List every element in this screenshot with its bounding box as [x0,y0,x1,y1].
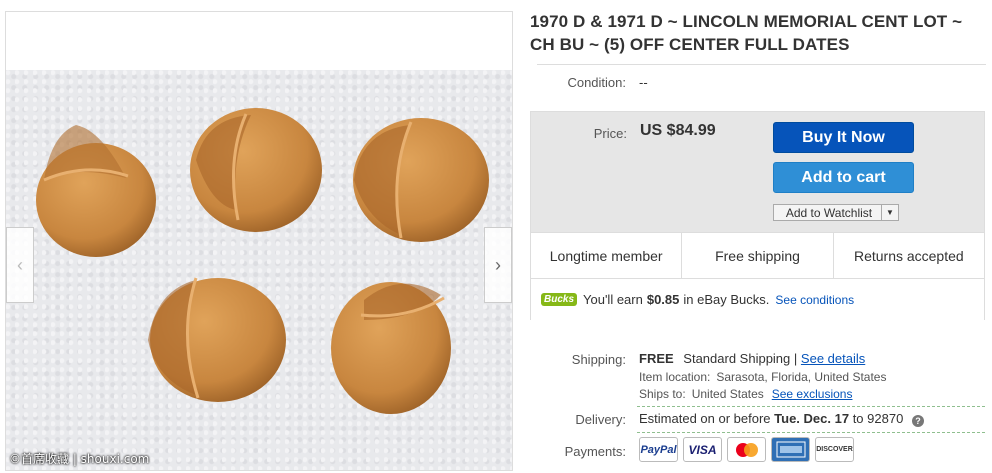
item-location: Item location: Sarasota, Florida, United … [639,370,886,384]
coin [353,118,489,242]
prev-image-button[interactable]: ‹ [6,227,34,303]
chevron-left-icon: ‹ [17,254,23,275]
help-icon[interactable]: ? [911,415,924,427]
badge-longtime-member: Longtime member [531,233,683,278]
payment-methods: PayPal VISA DISCOVER [639,437,854,462]
shipping-label: Shipping: [571,352,626,367]
mastercard-icon [727,437,766,462]
delivery-zip[interactable]: 92870 [867,411,903,426]
payments-label: Payments: [564,444,626,459]
watermark: ©首席收藏 | shouxi.com [9,452,150,466]
title-divider [537,64,986,65]
see-details-link[interactable]: See details [801,351,865,366]
price-value: US $84.99 [640,122,716,139]
shipping-summary: FREE Standard Shipping | See details [639,351,865,366]
divider [637,432,985,433]
coin [36,125,156,257]
coin [148,277,286,402]
ships-to: Ships to: United States See exclusions [639,387,852,401]
bucks-text-after: in eBay Bucks. [683,292,770,307]
amex-icon [771,437,810,462]
ebay-bucks-row: Bucks You'll earn $0.85 in eBay Bucks. S… [531,279,984,320]
delivery-text-mid: to [852,411,864,426]
add-to-cart-button[interactable]: Add to cart [773,162,914,193]
seller-badges: Longtime member Free shipping Returns ac… [531,232,984,279]
condition-label: Condition: [567,75,626,90]
coin [331,282,451,414]
chevron-down-icon: ▼ [886,208,894,217]
next-image-button[interactable]: › [484,227,512,303]
shipping-method: Standard Shipping [683,351,791,366]
paypal-icon: PayPal [639,437,678,462]
divider [637,406,985,407]
delivery-estimate: Estimated on or before Tue. Dec. 17 to 9… [639,411,924,427]
delivery-text-before: Estimated on or before [639,411,771,426]
coins-illustration [36,108,489,414]
price-label: Price: [593,126,627,141]
item-location-value: Sarasota, Florida, United States [716,370,887,384]
discover-icon: DISCOVER [815,437,854,462]
image-gallery: ‹ › ©首席收藏 | shouxi.com [5,11,513,471]
see-exclusions-link[interactable]: See exclusions [772,387,853,401]
bucks-amount: $0.85 [646,292,680,307]
add-to-watchlist-label: Add to Watchlist [785,205,873,220]
chevron-right-icon: › [495,254,501,275]
coin [190,108,322,232]
badge-returns-accepted: Returns accepted [853,247,964,264]
buy-box: Price: US $84.99 Buy It Now Add to cart … [530,111,985,320]
visa-icon: VISA [683,437,722,462]
bucks-text-before: You'll earn [583,292,643,307]
ships-to-label: Ships to: [639,387,686,401]
delivery-label: Delivery: [575,412,626,427]
condition-value: -- [639,75,648,90]
watchlist-dropdown-button[interactable]: ▼ [881,204,899,221]
ships-to-value: United States [691,387,764,401]
item-location-label: Item location: [639,370,711,384]
delivery-date: Tue. Dec. 17 [774,411,850,426]
coin-photo[interactable] [6,70,512,470]
ebay-bucks-logo: Bucks [541,293,578,306]
buy-it-now-button[interactable]: Buy It Now [773,122,914,153]
listing-title: 1970 D & 1971 D ~ LINCOLN MEMORIAL CENT … [530,12,963,54]
badge-free-shipping: Free shipping [682,233,834,278]
shipping-separator: | [793,351,798,366]
see-conditions-link[interactable]: See conditions [775,293,854,307]
shipping-free: FREE [639,351,674,366]
